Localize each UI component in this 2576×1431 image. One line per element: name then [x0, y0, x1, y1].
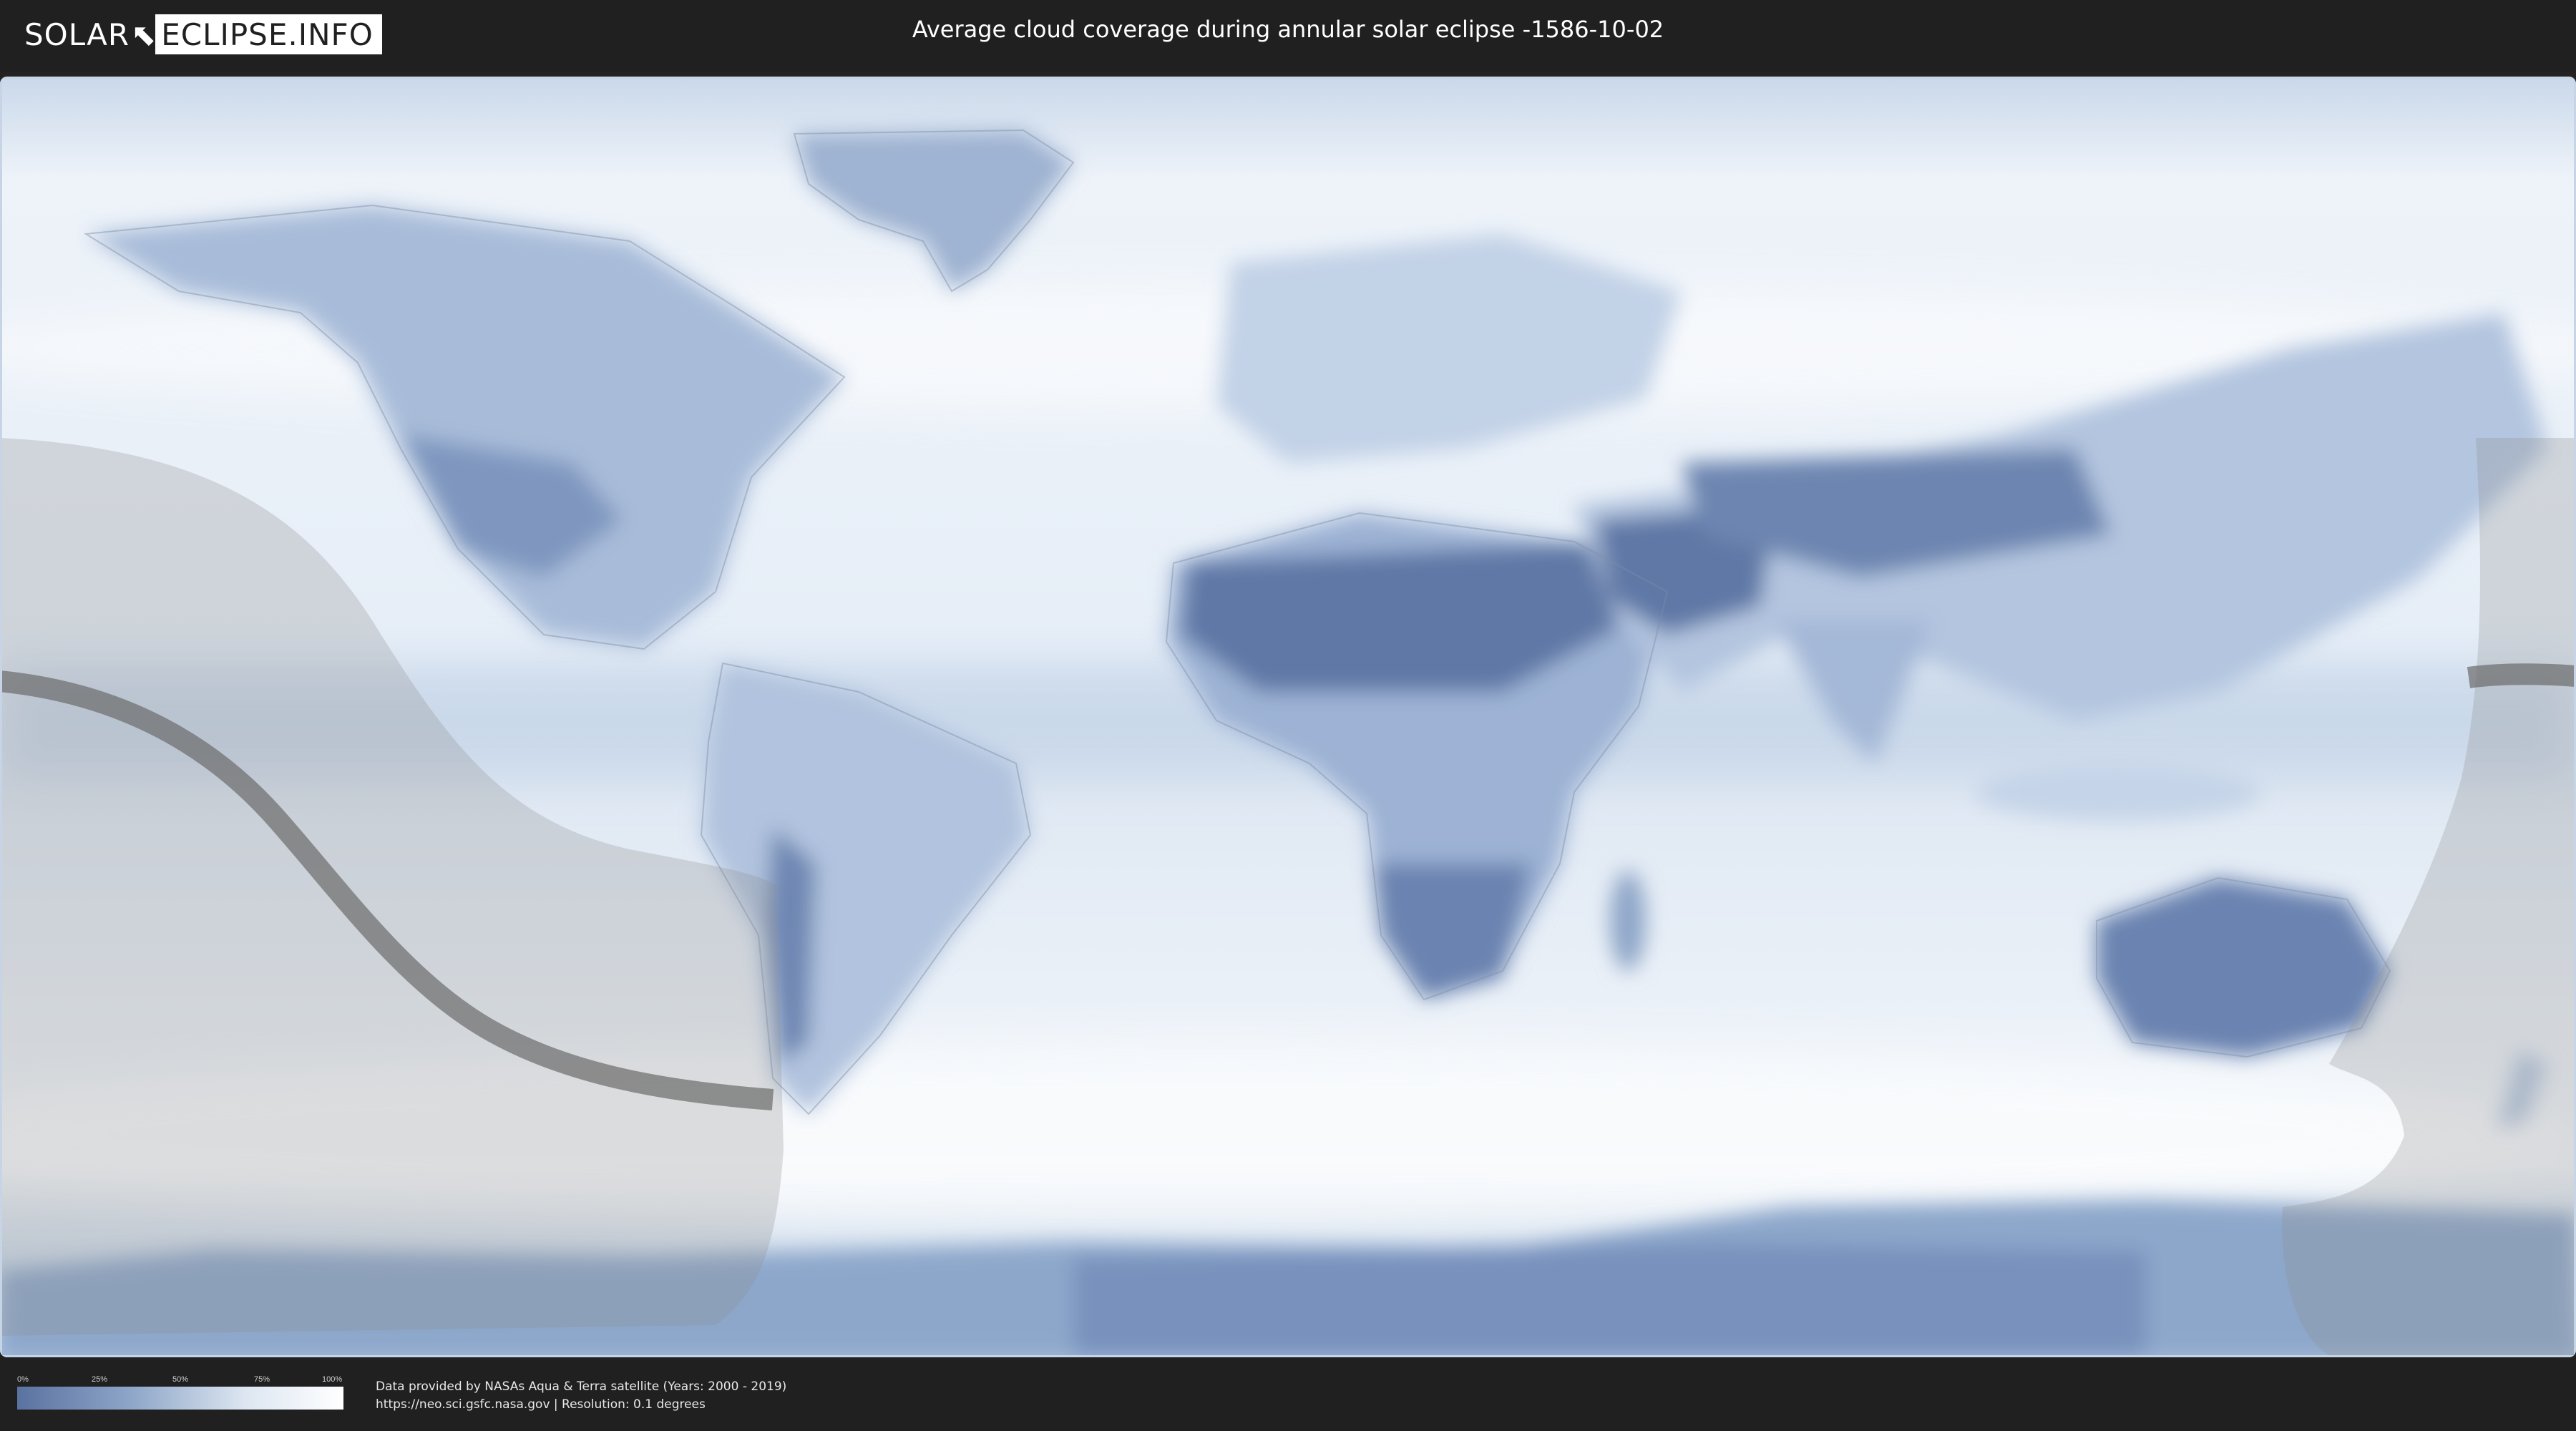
madagascar-shape — [1610, 871, 1646, 971]
legend-tick-100: 100% — [322, 1375, 343, 1384]
data-credits: Data provided by NASAs Aqua & Terra sate… — [376, 1378, 786, 1414]
indonesia-shape — [1975, 763, 2261, 821]
legend-color-bar — [17, 1387, 343, 1410]
legend-ticks: 0% 25% 50% 75% 100% — [17, 1375, 343, 1387]
credits-source-line: Data provided by NASAs Aqua & Terra sate… — [376, 1379, 787, 1394]
page-title: Average cloud coverage during annular so… — [912, 16, 1664, 43]
credits-url-line[interactable]: https://neo.sci.gsfc.nasa.gov | Resoluti… — [376, 1396, 786, 1414]
cloud-coverage-legend: 0% 25% 50% 75% 100% — [17, 1375, 343, 1410]
header-bar: SOLAR ⬉ ECLIPSE.INFO Average cloud cover… — [0, 0, 2576, 72]
cloud-coverage-map[interactable] — [0, 77, 2576, 1357]
antarctica-clear-zone — [1073, 1243, 2147, 1357]
world-map-svg — [0, 77, 2576, 1357]
legend-tick-25: 25% — [92, 1375, 108, 1384]
legend-tick-0: 0% — [17, 1375, 29, 1384]
legend-tick-50: 50% — [172, 1375, 189, 1384]
annular-central-path-east — [2467, 663, 2576, 688]
legend-tick-75: 75% — [254, 1375, 270, 1384]
